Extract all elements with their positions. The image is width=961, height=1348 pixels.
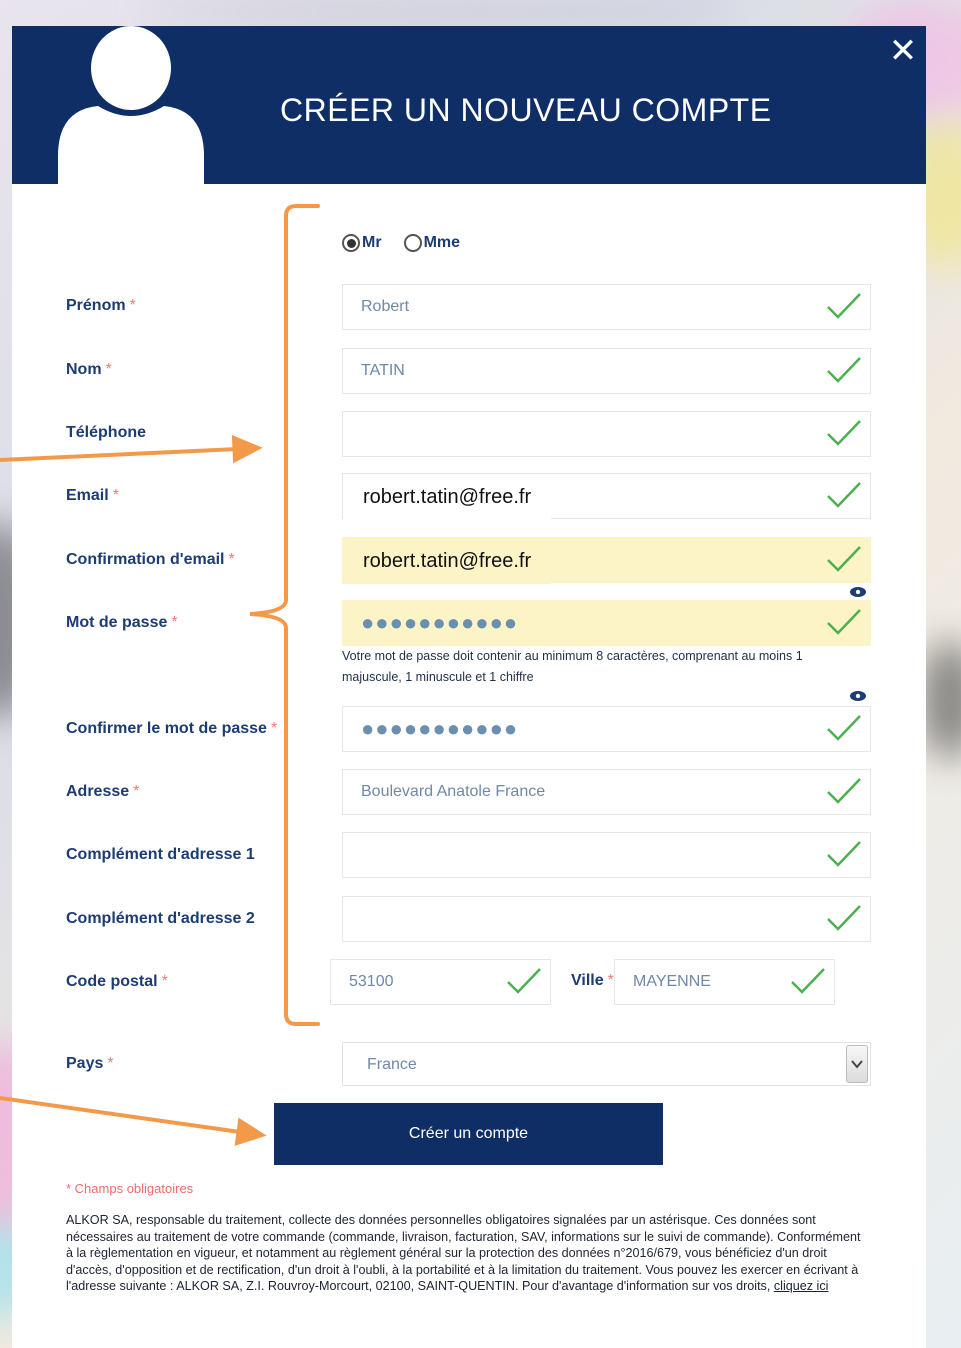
- checkmark-icon: [827, 293, 861, 319]
- modal-header: CRÉER UN NOUVEAU COMPTE ✕: [12, 26, 926, 184]
- password-confirm-input[interactable]: [343, 707, 783, 751]
- radio-button[interactable]: [342, 234, 360, 252]
- code-postal-input[interactable]: [331, 960, 491, 1004]
- legal-notice: ALKOR SA, responsable du traitement, col…: [66, 1212, 866, 1295]
- label-complement2: Complément d'adresse 2: [66, 910, 255, 927]
- checkmark-icon: [827, 482, 861, 508]
- radio-label: Mr: [362, 234, 382, 251]
- label-pays: Pays *: [66, 1055, 114, 1072]
- radio-label: Mme: [423, 234, 461, 251]
- checkmark-icon: [827, 546, 861, 572]
- radio-button[interactable]: [403, 234, 422, 252]
- checkmark-icon: [791, 968, 825, 994]
- label-password: Mot de passe *: [66, 614, 178, 631]
- checkmark-icon: [827, 420, 861, 446]
- nom-input[interactable]: [343, 349, 783, 393]
- checkmark-icon: [827, 778, 861, 804]
- civility-radio-group: Mr Mme: [342, 234, 460, 252]
- chevron-down-icon[interactable]: [846, 1045, 868, 1083]
- legal-text: ALKOR SA, responsable du traitement, col…: [66, 1213, 861, 1293]
- complement1-input[interactable]: [343, 833, 783, 877]
- radio-mme[interactable]: Mme: [403, 234, 461, 252]
- adresse-input[interactable]: [343, 770, 783, 814]
- password-hint: Votre mot de passe doit contenir au mini…: [342, 649, 803, 684]
- password-input[interactable]: [343, 601, 783, 645]
- create-account-modal: CRÉER UN NOUVEAU COMPTE ✕ Mr Mme Prénom *…: [12, 26, 926, 1348]
- password-field[interactable]: [342, 600, 871, 646]
- pays-select[interactable]: France: [342, 1042, 871, 1086]
- password-confirm-field[interactable]: [342, 706, 871, 752]
- complement1-field[interactable]: [342, 832, 871, 878]
- label-nom: Nom *: [66, 361, 112, 378]
- prenom-field[interactable]: [342, 284, 871, 330]
- nom-field[interactable]: [342, 348, 871, 394]
- pays-selected-value: France: [367, 1056, 417, 1073]
- label-password-confirm: Confirmer le mot de passe *: [66, 720, 278, 737]
- label-email: Email *: [66, 487, 119, 504]
- ville-field[interactable]: [614, 959, 835, 1005]
- checkmark-icon: [827, 841, 861, 867]
- close-icon[interactable]: ✕: [886, 34, 920, 68]
- email-confirm-field[interactable]: robert.tatin@free.fr: [342, 537, 871, 584]
- legal-link[interactable]: cliquez ici: [774, 1279, 829, 1293]
- email-value[interactable]: robert.tatin@free.fr: [343, 474, 552, 520]
- eye-icon[interactable]: [849, 586, 867, 598]
- label-email-confirm: Confirmation d'email *: [66, 551, 235, 568]
- complement2-field[interactable]: [342, 896, 871, 942]
- label-adresse: Adresse *: [66, 783, 140, 800]
- page-title: CRÉER UN NOUVEAU COMPTE: [280, 92, 772, 128]
- label-telephone: Téléphone: [66, 424, 147, 441]
- user-avatar-icon: [58, 26, 204, 184]
- prenom-input[interactable]: [343, 285, 783, 329]
- telephone-field[interactable]: [342, 411, 871, 457]
- label-ville: Ville *: [571, 972, 614, 989]
- mandatory-note: * Champs obligatoires: [66, 1181, 194, 1196]
- ville-input[interactable]: [615, 960, 775, 1004]
- eye-icon[interactable]: [849, 690, 867, 702]
- create-account-button[interactable]: Créer un compte: [274, 1103, 663, 1165]
- checkmark-icon: [827, 357, 861, 383]
- complement2-input[interactable]: [343, 897, 783, 941]
- checkmark-icon: [827, 609, 861, 635]
- checkmark-icon: [827, 715, 861, 741]
- background-blob: [140, 0, 740, 22]
- label-complement1: Complément d'adresse 1: [66, 846, 255, 863]
- radio-mr[interactable]: Mr: [342, 234, 382, 252]
- email-confirm-value[interactable]: robert.tatin@free.fr: [343, 538, 552, 584]
- adresse-field[interactable]: [342, 769, 871, 815]
- checkmark-icon: [827, 905, 861, 931]
- label-prenom: Prénom *: [66, 297, 136, 314]
- label-code-postal: Code postal *: [66, 973, 168, 990]
- email-field[interactable]: robert.tatin@free.fr: [342, 473, 871, 520]
- telephone-input[interactable]: [343, 412, 783, 456]
- checkmark-icon: [507, 968, 541, 994]
- code-postal-field[interactable]: [330, 959, 551, 1005]
- background-blob: [920, 640, 961, 760]
